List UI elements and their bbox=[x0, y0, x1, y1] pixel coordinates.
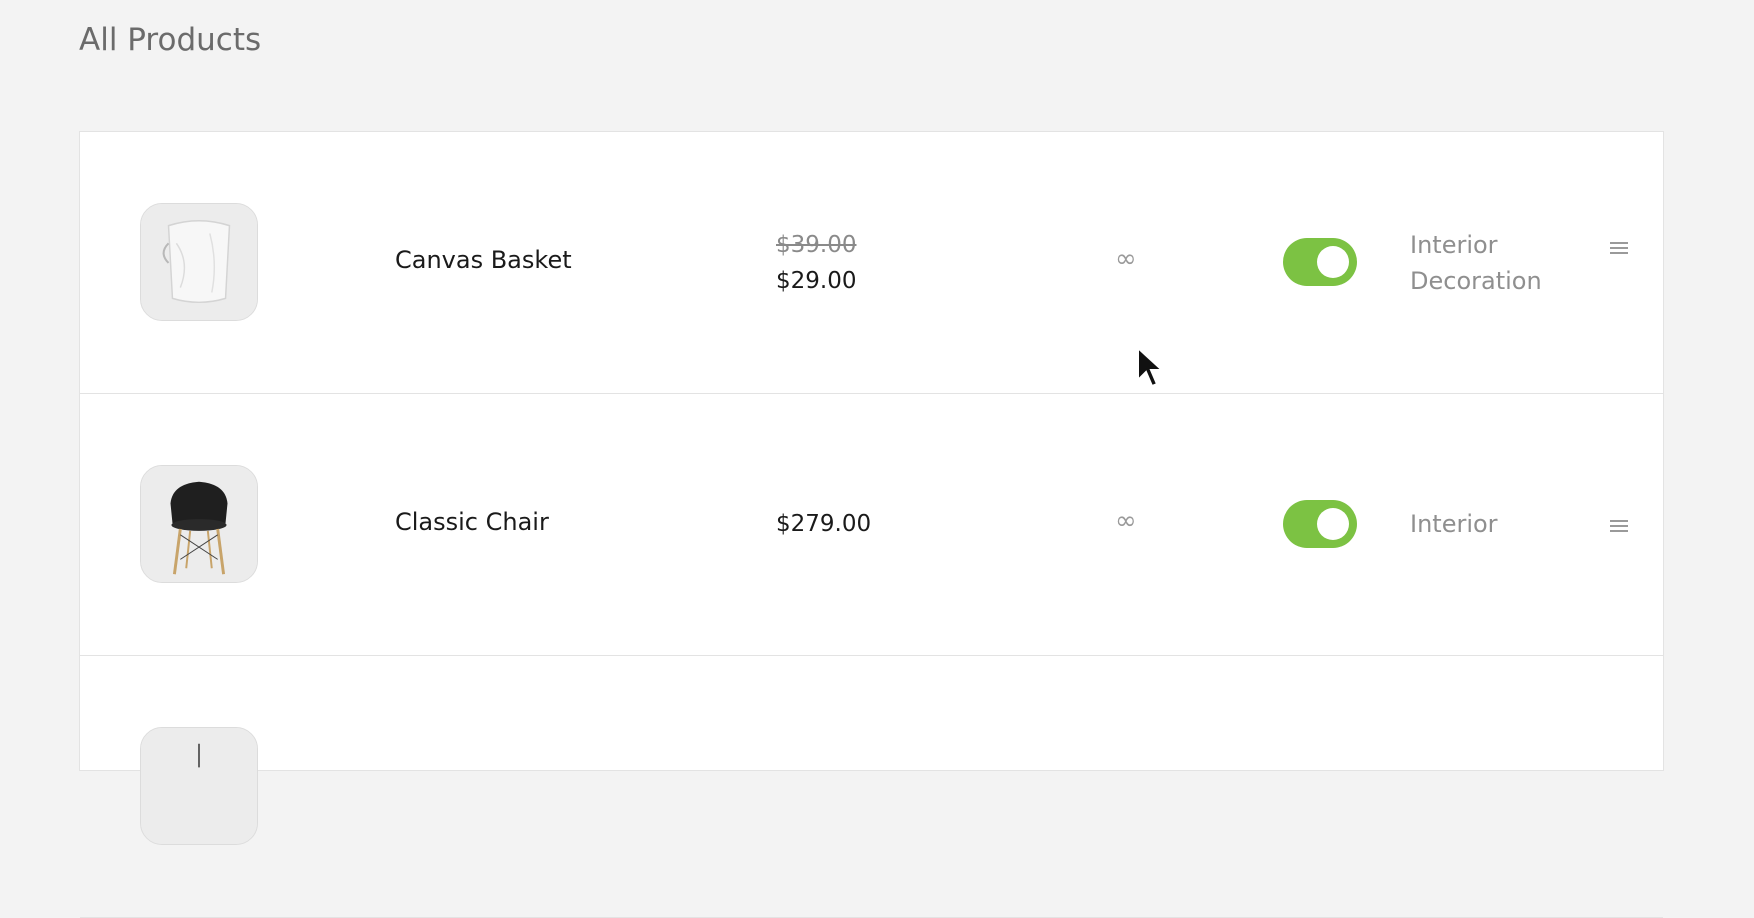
old-price: $39.00 bbox=[776, 232, 857, 258]
product-row[interactable]: Canvas Basket $39.00 $29.00 ∞ Interior D… bbox=[80, 132, 1663, 394]
product-image[interactable] bbox=[140, 727, 258, 845]
stock-infinity-icon: ∞ bbox=[1115, 244, 1137, 274]
product-name[interactable]: Classic Chair bbox=[395, 508, 549, 536]
product-category: Interior bbox=[1410, 510, 1498, 538]
product-category: Interior Decoration bbox=[1410, 231, 1542, 295]
product-name[interactable]: Canvas Basket bbox=[395, 246, 572, 274]
enabled-toggle[interactable] bbox=[1283, 238, 1357, 286]
stock-infinity-icon: ∞ bbox=[1115, 506, 1137, 536]
canvas-basket-image[interactable] bbox=[140, 203, 258, 321]
price: $29.00 bbox=[776, 268, 857, 294]
classic-chair-image[interactable] bbox=[140, 465, 258, 583]
drag-handle-icon[interactable] bbox=[1610, 520, 1628, 534]
price-block: $39.00 $29.00 bbox=[776, 227, 856, 299]
page-title: All Products bbox=[79, 22, 262, 58]
toggle-knob bbox=[1317, 508, 1349, 540]
product-row[interactable] bbox=[80, 656, 1663, 918]
product-list: Canvas Basket $39.00 $29.00 ∞ Interior D… bbox=[79, 131, 1664, 918]
enabled-toggle[interactable] bbox=[1283, 500, 1357, 548]
toggle-knob bbox=[1317, 246, 1349, 278]
product-row[interactable]: Classic Chair $279.00 ∞ Interior bbox=[80, 394, 1663, 656]
mouse-cursor-icon bbox=[1137, 346, 1164, 388]
drag-handle-icon[interactable] bbox=[1610, 242, 1628, 256]
price: $279.00 bbox=[776, 511, 872, 537]
price-block: $279.00 bbox=[776, 506, 871, 542]
